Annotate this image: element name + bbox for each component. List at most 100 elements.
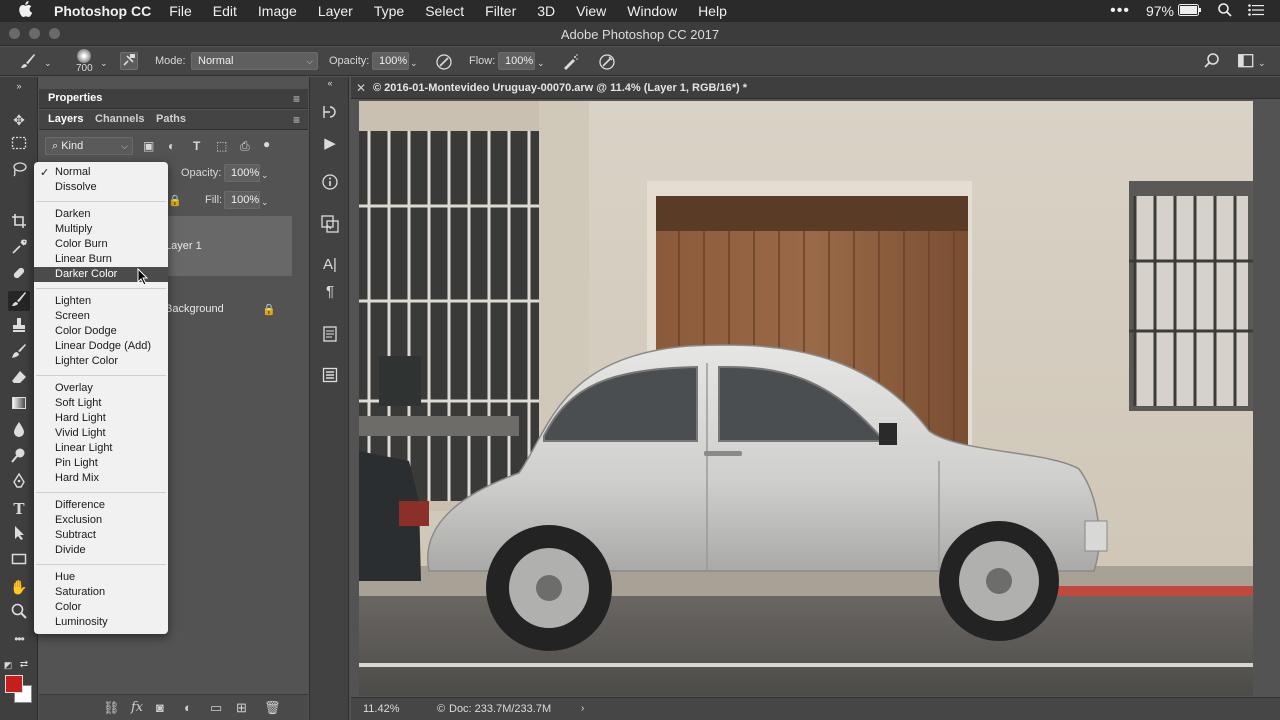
- tab-layers[interactable]: Layers: [48, 113, 83, 125]
- blend-mode-option[interactable]: Linear Burn: [34, 252, 168, 267]
- history-panel-icon[interactable]: [319, 104, 341, 124]
- layer-style-icon[interactable]: fx: [131, 700, 143, 715]
- blend-mode-option[interactable]: Lighter Color: [34, 354, 168, 369]
- crop-tool-icon[interactable]: [8, 213, 30, 233]
- tab-channels[interactable]: Channels: [95, 113, 145, 125]
- document-tab[interactable]: ✕ © 2016-01-Montevideo Uruguay-00070.arw…: [351, 77, 1280, 99]
- blend-mode-option[interactable]: Normal: [34, 165, 168, 180]
- eyedropper-tool-icon[interactable]: [8, 239, 30, 259]
- layer-name[interactable]: Background: [165, 303, 224, 315]
- layer-filter-kind-dropdown[interactable]: ⌕ Kind ⌵: [45, 137, 133, 155]
- adjustment-layer-icon[interactable]: ◐: [184, 700, 192, 715]
- blend-mode-option[interactable]: Dissolve: [34, 180, 168, 195]
- opacity-chevron-icon[interactable]: ⌄: [261, 168, 269, 182]
- properties-panel-icon[interactable]: [319, 367, 341, 387]
- link-layers-icon[interactable]: ⛓: [103, 700, 120, 716]
- airbrush-icon[interactable]: [561, 53, 579, 73]
- clone-stamp-tool-icon[interactable]: [8, 317, 30, 337]
- blend-mode-option[interactable]: Subtract: [34, 528, 168, 543]
- blend-mode-option[interactable]: Multiply: [34, 222, 168, 237]
- info-panel-icon[interactable]: [319, 174, 341, 194]
- menu-3d[interactable]: 3D: [537, 3, 555, 19]
- gradient-tool-icon[interactable]: [8, 395, 30, 415]
- blend-mode-option[interactable]: Darken: [34, 207, 168, 222]
- type-tool-icon[interactable]: T: [8, 499, 30, 519]
- opacity-input[interactable]: 100%: [372, 52, 409, 70]
- close-document-icon[interactable]: ✕: [356, 81, 366, 95]
- menu-image[interactable]: Image: [258, 3, 297, 19]
- actions-panel-icon[interactable]: ▶: [319, 134, 341, 152]
- blend-mode-option[interactable]: Color Dodge: [34, 324, 168, 339]
- spotlight-search-icon[interactable]: [1218, 2, 1232, 20]
- doc-size[interactable]: Doc: 233.7M/233.7M: [449, 703, 551, 715]
- tool-preset-chevron-icon[interactable]: ⌄: [44, 56, 52, 70]
- history-brush-tool-icon[interactable]: [8, 343, 30, 363]
- menu-type[interactable]: Type: [374, 3, 404, 19]
- menu-help[interactable]: Help: [698, 3, 727, 19]
- mode-dropdown[interactable]: Normal ⌵: [191, 52, 318, 70]
- move-tool-icon[interactable]: ✥: [8, 110, 30, 130]
- healing-brush-tool-icon[interactable]: [8, 265, 30, 285]
- layer-name[interactable]: Layer 1: [165, 240, 202, 252]
- blend-mode-option[interactable]: Difference: [34, 498, 168, 513]
- blend-mode-option[interactable]: Overlay: [34, 381, 168, 396]
- workspace-switcher-icon[interactable]: [1238, 54, 1254, 70]
- filter-shape-icon[interactable]: ⬚: [216, 139, 227, 153]
- status-menu-arrow-icon[interactable]: ›: [581, 703, 584, 714]
- delete-layer-icon[interactable]: 🗑: [264, 700, 281, 716]
- menu-edit[interactable]: Edit: [213, 3, 237, 19]
- filter-smart-object-icon[interactable]: ⎙: [240, 139, 250, 153]
- new-layer-icon[interactable]: ⊞: [236, 700, 247, 716]
- blend-mode-option[interactable]: Pin Light: [34, 456, 168, 471]
- battery-icon[interactable]: [1178, 3, 1202, 19]
- zoom-tool-icon[interactable]: [8, 603, 30, 623]
- blend-mode-option[interactable]: Linear Light: [34, 441, 168, 456]
- menu-file[interactable]: File: [169, 3, 192, 19]
- filter-toggle-icon[interactable]: ●: [263, 137, 270, 151]
- eraser-tool-icon[interactable]: [8, 369, 30, 389]
- pressure-opacity-icon[interactable]: [435, 53, 453, 73]
- flow-input[interactable]: 100%: [498, 52, 535, 70]
- blend-mode-option[interactable]: Luminosity: [34, 615, 168, 630]
- dodge-tool-icon[interactable]: [8, 447, 30, 467]
- flow-slider-chevron-icon[interactable]: ⌄: [537, 56, 545, 70]
- path-selection-tool-icon[interactable]: [8, 525, 30, 545]
- workspace-chevron-icon[interactable]: ⌄: [1258, 56, 1266, 70]
- blend-mode-option[interactable]: Screen: [34, 309, 168, 324]
- filter-type-icon[interactable]: T: [193, 139, 200, 153]
- document-canvas[interactable]: [359, 101, 1253, 696]
- filter-adjustment-icon[interactable]: ◐: [168, 139, 175, 153]
- menu-select[interactable]: Select: [425, 3, 464, 19]
- swap-colors-icon[interactable]: ⇄: [18, 655, 30, 675]
- default-colors-icon[interactable]: ◩: [2, 655, 14, 675]
- menu-window[interactable]: Window: [627, 3, 677, 19]
- rectangle-tool-icon[interactable]: [8, 551, 30, 571]
- brush-tool-icon[interactable]: [8, 291, 30, 311]
- tab-properties[interactable]: Properties: [48, 92, 102, 104]
- brush-size[interactable]: 700: [76, 63, 93, 74]
- lasso-tool-icon[interactable]: [8, 161, 30, 181]
- apple-icon[interactable]: [18, 1, 40, 21]
- pen-tool-icon[interactable]: [8, 472, 30, 493]
- notification-list-icon[interactable]: [1248, 3, 1264, 19]
- menu-filter[interactable]: Filter: [485, 3, 516, 19]
- marquee-tool-icon[interactable]: [8, 135, 30, 155]
- hand-tool-icon[interactable]: ✋: [8, 577, 30, 597]
- blend-mode-option[interactable]: Hue: [34, 570, 168, 585]
- notes-panel-icon[interactable]: [319, 326, 341, 346]
- properties-panel-menu-icon[interactable]: ≡: [293, 92, 300, 106]
- new-group-icon[interactable]: ▭: [210, 700, 222, 716]
- app-menu[interactable]: Photoshop CC: [54, 3, 151, 19]
- zoom-level[interactable]: 11.42%: [363, 703, 400, 715]
- menu-view[interactable]: View: [576, 3, 606, 19]
- blur-tool-icon[interactable]: [8, 421, 30, 441]
- layers-panel-menu-icon[interactable]: ≡: [293, 113, 300, 127]
- lock-all-icon[interactable]: 🔒: [168, 194, 182, 208]
- filter-pixel-icon[interactable]: ▣: [143, 139, 154, 153]
- layer-opacity-input[interactable]: 100%: [224, 164, 260, 182]
- pressure-size-icon[interactable]: [598, 53, 616, 73]
- layer-fill-input[interactable]: 100%: [224, 191, 260, 209]
- color-panel-icon[interactable]: [319, 215, 341, 237]
- vertical-scrollbar[interactable]: [1253, 101, 1280, 696]
- menu-layer[interactable]: Layer: [318, 3, 353, 19]
